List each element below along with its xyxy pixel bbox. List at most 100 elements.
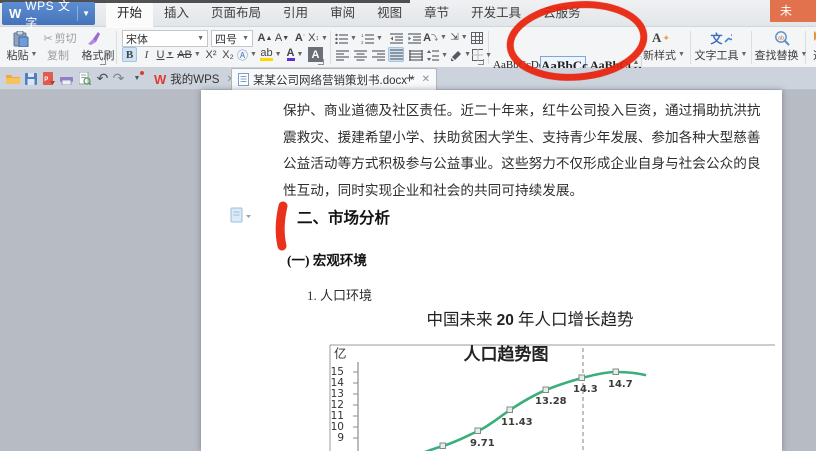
tab-home[interactable]: 开始 [106,0,153,27]
new-tab-button[interactable]: + [401,70,418,87]
justify-icon[interactable] [388,47,404,62]
chevron-down-icon: ▼ [31,51,38,58]
tab-references[interactable]: 引用 [272,0,319,27]
paste-label: 粘贴 [7,47,29,63]
paragraph-layout-icon[interactable]: ⇲▼ [449,30,469,45]
group-divider [330,31,331,64]
bold-button[interactable]: B [122,47,137,62]
data-label: 9.71 [470,438,495,449]
cut-label: 剪切 [55,30,77,46]
paragraph-dialog-launcher[interactable] [478,59,484,65]
chevron-down-icon: ▼ [197,35,204,42]
group-divider [690,31,691,64]
select-button[interactable]: 选择 [806,47,816,62]
divider [77,6,78,21]
tab-page-layout[interactable]: 页面布局 [200,0,272,27]
document-tab-label: 某某公司网络营销策划书.docx * [253,72,415,88]
toolbar-more-icon[interactable]: ▼ [130,70,144,87]
shading-icon[interactable]: ▼ [450,47,471,62]
heading-market-analysis: 二、市场分析 [297,206,390,228]
table-grid-icon[interactable] [470,31,484,45]
select-icon[interactable] [809,29,816,46]
clipboard-dialog-launcher[interactable] [100,59,106,65]
document-tabbar: P ↶ ↷ ▼ W 我的WPS ✕ 某某公司网络营销策划书.docx * ✕ + [0,68,816,90]
format-painter-button[interactable]: 格式刷 [78,47,118,62]
print-icon[interactable] [58,70,75,87]
char-scale-icon[interactable]: X↕▼ [309,30,327,46]
body-text-line: 震救灾、援建希望小学、扶助贫困大学生、支持青少年发展、参加各种大型慈善 [283,126,775,146]
new-style-button[interactable]: 新样式 ▼ [640,47,688,62]
copy-label: 复制 [47,47,69,63]
body-text-line: 公益活动等方式积极参与公益事业。这些努力不仅形成企业自身与社会公众的良 [283,152,775,172]
numbering-icon[interactable]: 12 ▼ [361,31,383,45]
highlight-color-icon[interactable]: ab▼ [260,47,282,62]
font-color-icon[interactable]: A▼ [285,47,305,62]
font-dialog-launcher[interactable] [318,59,324,65]
font-name-select[interactable]: 宋体 ▼ [122,30,208,47]
data-label: 11.43 [501,417,533,428]
paste-icon[interactable] [8,30,34,47]
format-painter-icon[interactable] [84,30,102,46]
document-page[interactable]: 保护、商业道德及社区责任。近二十年来，红牛公司投入巨资，通过捐助抗洪抗 震救灾、… [201,90,782,451]
paste-button[interactable]: 粘贴 ▼ [2,47,42,62]
cut-button[interactable]: ✂ 剪切 [38,31,82,45]
tab-review[interactable]: 审阅 [319,0,366,27]
text-tools-button[interactable]: 文字工具 ▼ [694,47,748,62]
copy-button[interactable]: 复制 [38,47,78,62]
data-label: 13.28 [535,396,567,407]
redo-icon[interactable]: ↷ [110,70,127,87]
find-replace-button[interactable]: 查找替换 ▼ [752,47,810,62]
print-preview-icon[interactable] [76,70,93,87]
align-left-icon[interactable] [335,48,350,62]
tab-section[interactable]: 章节 [413,0,460,27]
home-tab-label: 我的WPS [170,71,219,87]
distribute-icon[interactable] [407,48,424,62]
wps-home-logo: W [154,72,166,87]
text-tools-icon[interactable]: 文 [708,30,734,46]
account-login-button[interactable]: 未 [770,0,816,22]
wps-logo: W [9,6,21,21]
paragraph-style-flag-icon[interactable] [230,207,252,225]
wps-window: W WPS 文字 ▼ 开始 插入 页面布局 引用 审阅 视图 章节 开发工具 云… [0,0,816,451]
text-direction-icon[interactable]: A⤵▼ [424,30,446,45]
tab-cloud[interactable]: 云服务 [532,0,592,27]
svg-text:1: 1 [361,33,364,38]
new-style-icon[interactable]: A ✦ [648,30,674,46]
grow-font-icon[interactable]: A▲ [257,30,273,46]
line-spacing-icon[interactable]: ▼ [427,48,448,62]
scissors-icon: ✂ [43,32,52,45]
underline-button[interactable]: U▼ [155,47,175,62]
tab-developer[interactable]: 开发工具 [460,0,532,27]
document-icon [238,73,249,86]
population-trend-chart[interactable]: 亿 人口趋势图 15 14 13 12 11 10 9 9.71 11.43 1… [326,340,781,451]
decrease-indent-icon[interactable] [388,31,404,45]
increase-indent-icon[interactable] [406,31,422,45]
wps-app-button[interactable]: W WPS 文字 ▼ [2,2,95,25]
y-axis-unit: 亿 [334,343,347,362]
enclosed-char-icon[interactable]: Ⓐ▼ [238,47,256,62]
superscript-button[interactable]: X² [203,47,219,62]
find-replace-icon[interactable]: ab [770,29,794,46]
save-icon[interactable] [22,70,39,87]
bullets-icon[interactable]: ▼ [335,31,357,45]
font-size-select[interactable]: 四号 ▼ [211,30,253,47]
align-right-icon[interactable] [371,48,386,62]
italic-button[interactable]: I [140,47,153,62]
menu-tab-strip: 开始 插入 页面布局 引用 审阅 视图 章节 开发工具 云服务 [106,0,592,27]
y-tick: 9 [328,432,344,444]
tab-view[interactable]: 视图 [366,0,413,27]
undo-icon[interactable]: ↶ [94,70,111,87]
strikethrough-button[interactable]: AB▼ [177,47,201,62]
export-pdf-icon[interactable]: P [40,70,57,87]
close-icon[interactable]: ✕ [422,74,430,85]
new-style-label: 新样式 [643,47,676,63]
align-center-icon[interactable] [353,48,368,62]
subscript-button[interactable]: X₂ [220,47,236,62]
find-replace-label: 查找替换 [755,47,799,63]
home-wps-tab[interactable]: W 我的WPS ✕ [148,68,241,90]
open-icon[interactable] [4,70,21,87]
font-size-value: 四号 [215,31,237,47]
shrink-font-icon[interactable]: A▼ [274,30,290,46]
tab-insert[interactable]: 插入 [153,0,200,27]
phonetic-guide-icon[interactable]: Aˇ [292,30,308,46]
